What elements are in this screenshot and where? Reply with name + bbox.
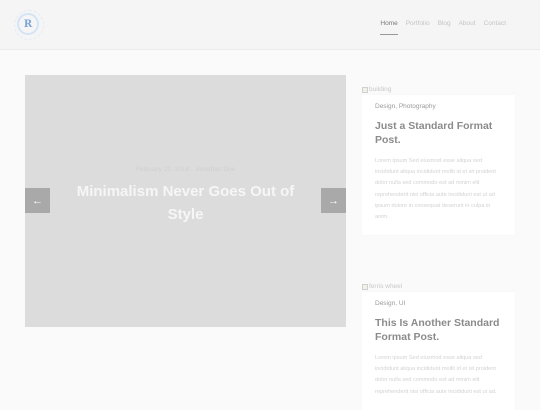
nav-item-about[interactable]: About (459, 20, 476, 33)
post-title[interactable]: Just a Standard Format Post. (375, 119, 503, 147)
broken-image-icon (362, 283, 368, 290)
slider-next-button[interactable]: → (321, 188, 346, 213)
featured-slider: February 22, 2018 · Jonathan Doe Minimal… (25, 75, 346, 327)
logo-letter: R (23, 18, 33, 30)
slider-prev-button[interactable]: ← (25, 188, 50, 213)
slide-meta: February 22, 2018 · Jonathan Doe (135, 166, 236, 173)
nav-item-blog[interactable]: Blog (438, 20, 451, 33)
post-title[interactable]: This Is Another Standard Format Post. (375, 316, 503, 344)
post-excerpt: Lorem ipsum Sed eiusmod esse aliqua sed … (375, 158, 496, 221)
post-card-body: Design, Photography Just a Standard Form… (362, 95, 515, 236)
post-categories[interactable]: Design, UI (375, 300, 503, 307)
post-card: building Design, Photography Just a Stan… (362, 84, 515, 236)
site-header: R Home Portfolio Blog About Contact (0, 0, 540, 50)
nav-item-home[interactable]: Home (380, 20, 399, 35)
arrow-left-icon: ← (32, 194, 43, 207)
post-excerpt: Lorem ipsum Sed eiusmod esse aliqua sed … (375, 355, 497, 395)
post-image-alt: ferris wheel (369, 283, 403, 290)
nav-item-portfolio[interactable]: Portfolio (406, 20, 430, 33)
post-image[interactable]: ferris wheel (362, 281, 515, 292)
post-image-alt: building (369, 86, 392, 93)
post-card-body: Design, UI This Is Another Standard Form… (362, 292, 515, 410)
main-nav: Home Portfolio Blog About Contact (380, 20, 506, 35)
post-image[interactable]: building (362, 84, 515, 95)
slide-title[interactable]: Minimalism Never Goes Out of Style (65, 180, 306, 226)
site-logo[interactable]: R (14, 10, 44, 40)
post-categories[interactable]: Design, Photography (375, 103, 503, 110)
nav-item-contact[interactable]: Contact (484, 20, 506, 33)
post-card: ferris wheel Design, UI This Is Another … (362, 281, 515, 410)
arrow-right-icon: → (328, 194, 339, 207)
broken-image-icon (362, 86, 368, 93)
